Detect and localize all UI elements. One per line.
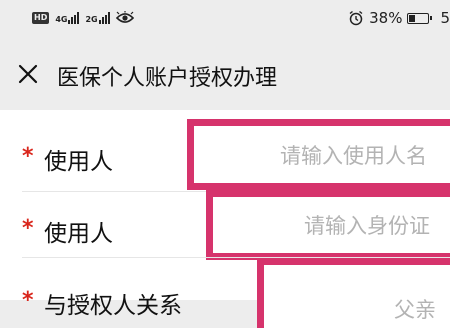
network-2g-label: 2G	[85, 15, 98, 24]
required-mark: *	[22, 288, 34, 313]
battery-percent: 38%	[369, 9, 403, 27]
user-name-placeholder: 请输入使用人名	[280, 143, 427, 168]
battery-fill	[409, 14, 416, 22]
required-mark: *	[22, 216, 34, 241]
battery-icon	[407, 12, 433, 24]
eye-icon	[115, 11, 134, 23]
form-row-id-number: * 使用人 请输入身份证	[0, 186, 450, 260]
nav-bar: 医保个人账户授权办理	[0, 38, 450, 110]
relationship-input[interactable]: 父亲	[257, 258, 450, 328]
status-left: HD 4G 2G	[32, 11, 134, 25]
network-4g-label: 4G	[55, 15, 68, 24]
form-row-relationship: * 与授权人关系 父亲	[0, 254, 450, 328]
authorization-form: * 使用人 请输入使用人名 * 使用人 请输入身份证 * 与授权人关系 父亲	[0, 110, 450, 328]
relationship-value: 父亲	[394, 298, 436, 323]
alarm-icon	[349, 10, 363, 26]
page-title: 医保个人账户授权办理	[57, 66, 278, 91]
field-label-user-name: 使用人	[44, 149, 113, 175]
user-name-input[interactable]: 请输入使用人名	[187, 119, 450, 190]
signal-2g-icon: 2G	[85, 12, 110, 24]
status-right: 38% 5	[348, 9, 450, 27]
id-number-placeholder: 请输入身份证	[304, 214, 430, 238]
id-number-input[interactable]: 请输入身份证	[206, 190, 450, 260]
clock-partial: 5	[440, 9, 450, 27]
hd-icon: HD	[32, 12, 50, 24]
status-bar: HD 4G 2G 38% 5	[0, 0, 450, 38]
signal-4g-icon: 4G	[55, 12, 80, 24]
field-label-relationship: 与授权人关系	[44, 293, 182, 319]
required-mark: *	[22, 144, 34, 169]
field-label-id-number: 使用人	[44, 221, 113, 247]
form-row-user-name: * 使用人 请输入使用人名	[0, 119, 450, 192]
close-icon[interactable]	[16, 62, 40, 86]
